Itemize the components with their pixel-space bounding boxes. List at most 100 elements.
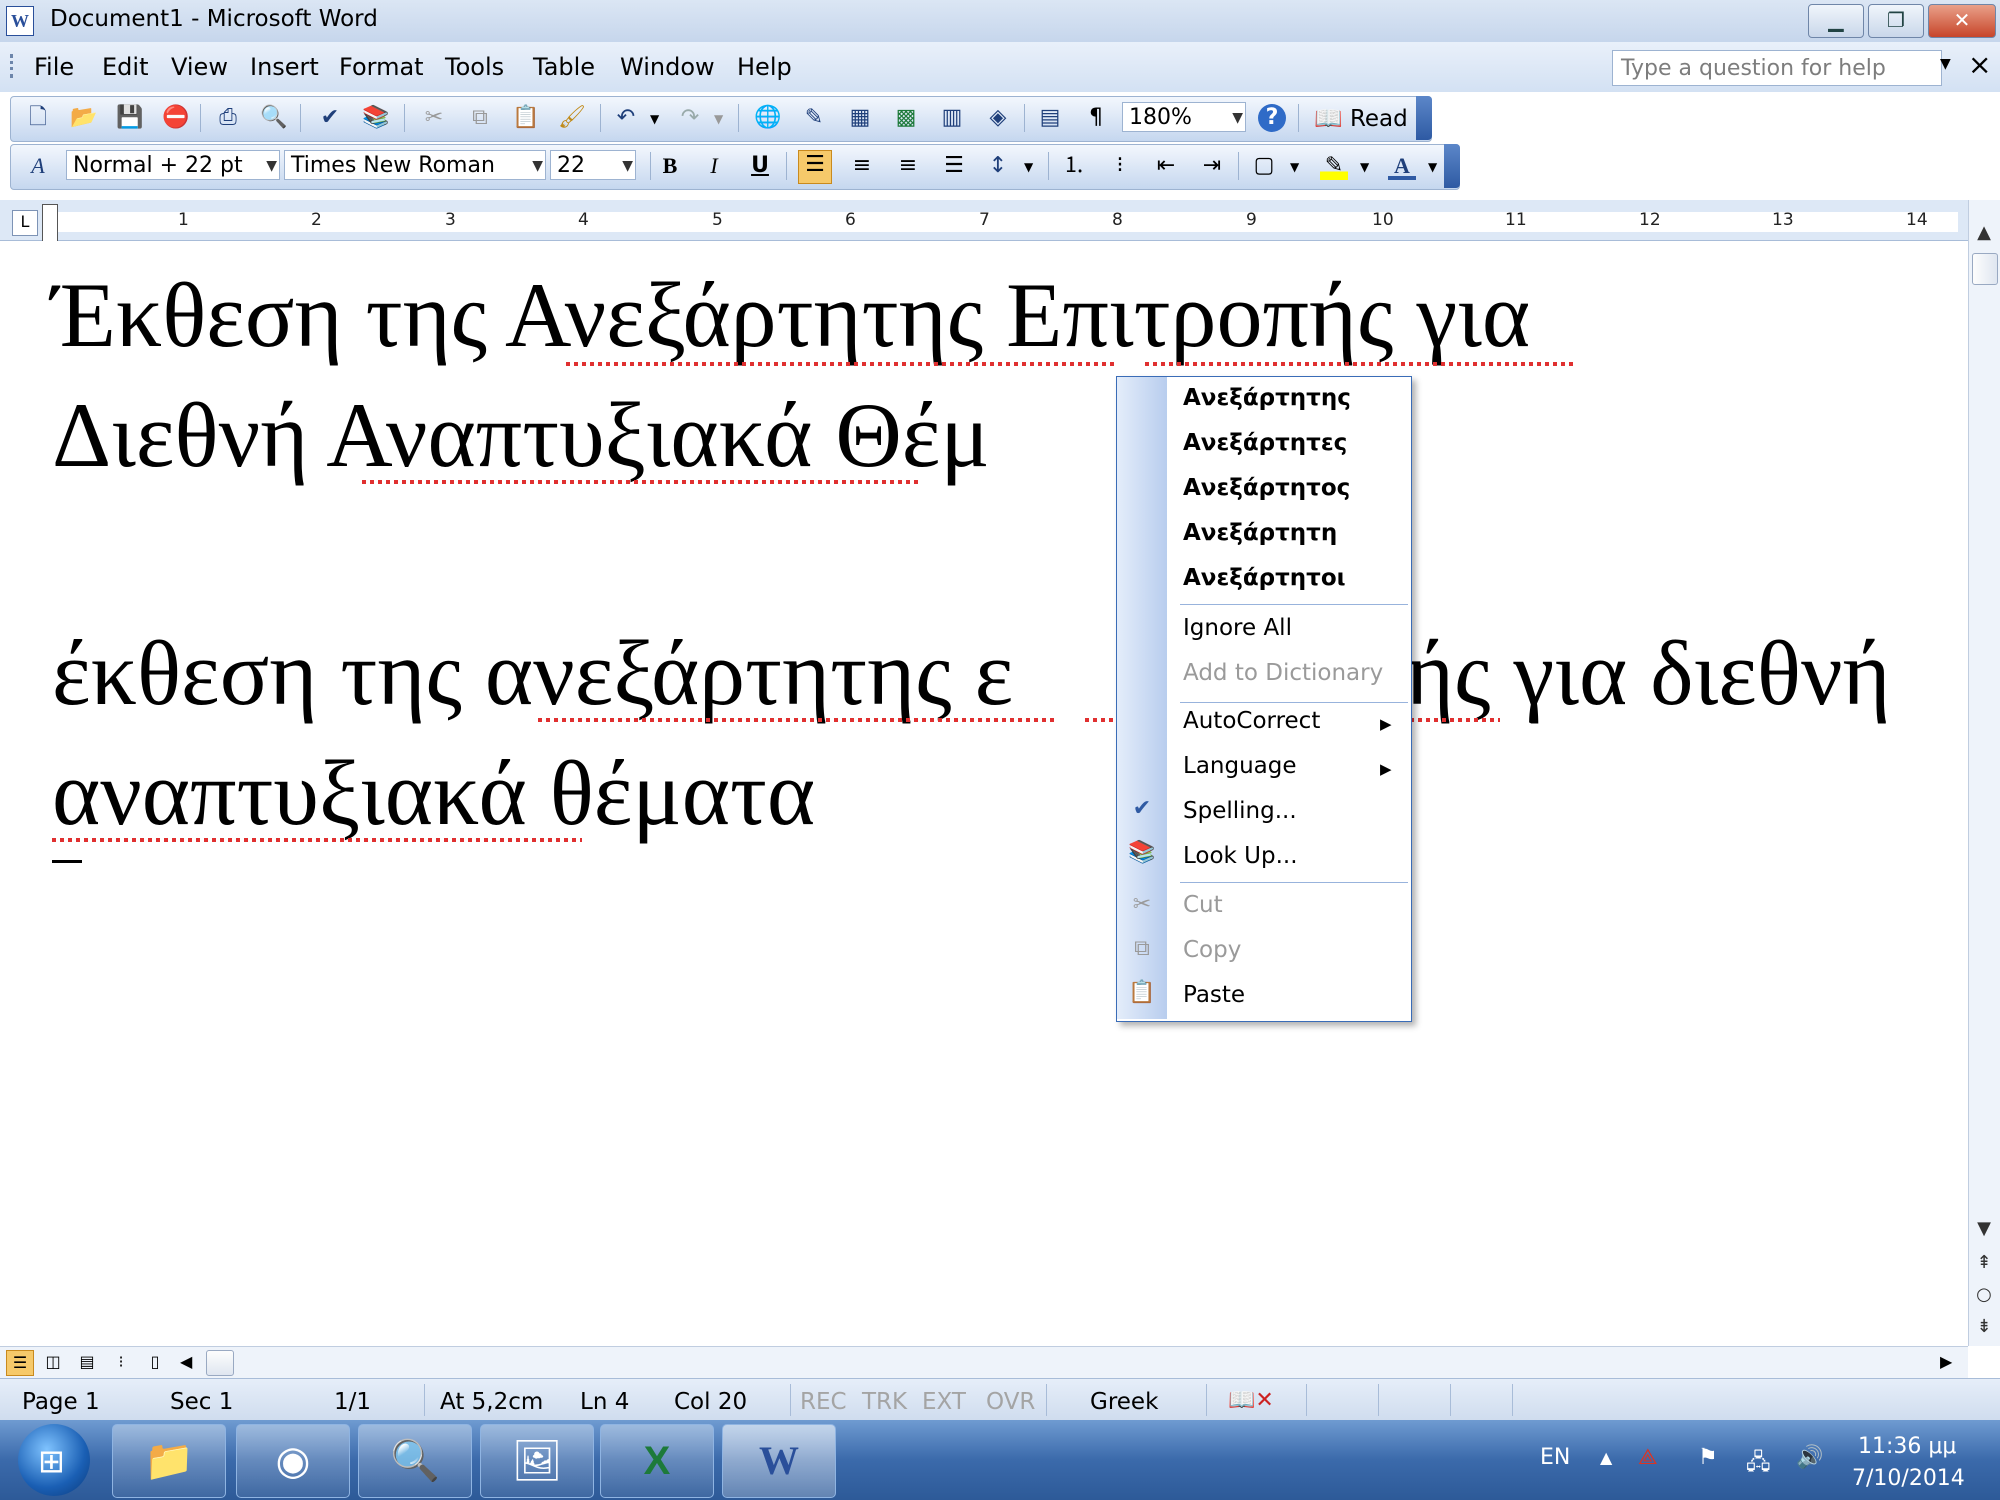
- autocorrect-item[interactable]: AutoCorrect: [1183, 708, 1320, 734]
- cut-item[interactable]: Cut: [1183, 892, 1223, 918]
- network-icon[interactable]: 🖧: [1746, 1445, 1771, 1483]
- vertical-scrollbar[interactable]: [1968, 200, 2000, 1346]
- copy-icon[interactable]: ⧉: [466, 104, 494, 132]
- font-combo[interactable]: Times New Roman ▼: [284, 150, 546, 180]
- status-page[interactable]: Page 1: [22, 1389, 100, 1415]
- spelling-item[interactable]: Spelling...: [1183, 798, 1297, 824]
- horizontal-scrollbar[interactable]: [0, 1346, 1968, 1379]
- increase-indent-icon[interactable]: ⇥: [1198, 152, 1226, 180]
- columns-icon[interactable]: ▥: [938, 104, 966, 132]
- word-icon[interactable]: W: [6, 6, 34, 36]
- tables-borders-icon[interactable]: ✎: [800, 104, 828, 132]
- justify-icon[interactable]: ☰: [940, 152, 968, 180]
- suggestion-item[interactable]: Ανεξάρτητης: [1183, 385, 1351, 411]
- align-center-icon[interactable]: ≡: [848, 152, 876, 180]
- paste-item[interactable]: Paste: [1183, 982, 1245, 1008]
- line-spacing-dropdown-icon[interactable]: ▼: [1024, 160, 1033, 174]
- zoom-combo[interactable]: 180% ▼: [1122, 102, 1246, 132]
- insert-table-icon[interactable]: ▦: [846, 104, 874, 132]
- menu-view[interactable]: View: [171, 53, 228, 81]
- document-line[interactable]: αναπτυξιακά θέματα: [52, 740, 815, 846]
- select-browse-object-icon[interactable]: ○: [1968, 1284, 2000, 1305]
- input-language[interactable]: EN: [1540, 1445, 1570, 1470]
- read-button[interactable]: 📖 Read: [1314, 104, 1408, 134]
- status-section[interactable]: Sec 1: [170, 1389, 233, 1415]
- restore-button[interactable]: ❐: [1868, 4, 1924, 38]
- spelling-grammar-icon[interactable]: ✔: [316, 104, 344, 132]
- next-page-icon[interactable]: ⇟: [1968, 1316, 2000, 1337]
- chrome-icon[interactable]: ◉: [236, 1424, 350, 1498]
- paste-icon[interactable]: 📋: [512, 104, 540, 132]
- status-rec[interactable]: REC: [800, 1389, 847, 1415]
- suggestion-item[interactable]: Ανεξάρτητοι: [1183, 565, 1346, 591]
- toolbar-options-handle[interactable]: [1444, 144, 1460, 188]
- action-center-icon[interactable]: ⚑: [1698, 1445, 1718, 1470]
- document-line[interactable]: Έκθεση της Ανεξάρτητης Επιτροπής για: [52, 262, 1530, 368]
- drawing-icon[interactable]: ◈: [984, 104, 1012, 132]
- tab-selector-icon[interactable]: L: [12, 210, 38, 236]
- scroll-left-icon[interactable]: ◀: [180, 1352, 192, 1371]
- print-icon[interactable]: ⎙: [214, 104, 242, 132]
- cut-icon[interactable]: ✂: [420, 104, 448, 132]
- status-pages[interactable]: 1/1: [334, 1389, 371, 1415]
- help-dropdown-icon[interactable]: ▼: [1940, 56, 1951, 72]
- normal-view-icon[interactable]: ☰: [6, 1350, 34, 1376]
- underline-button[interactable]: U: [746, 152, 774, 180]
- volume-icon[interactable]: 🔊: [1796, 1445, 1823, 1470]
- close-button[interactable]: ✕: [1928, 4, 1996, 38]
- scroll-down-icon[interactable]: ▼: [1968, 1218, 2000, 1239]
- align-left-icon[interactable]: ☰: [798, 150, 832, 184]
- borders-dropdown-icon[interactable]: ▼: [1290, 160, 1299, 174]
- menu-window[interactable]: Window: [620, 53, 715, 81]
- hscroll-thumb[interactable]: [206, 1350, 234, 1376]
- status-at[interactable]: At 5,2cm: [440, 1389, 543, 1415]
- spelling-status-icon[interactable]: 📖✕: [1228, 1388, 1274, 1413]
- menu-format[interactable]: Format: [339, 53, 424, 81]
- scroll-up-icon[interactable]: ▲: [1968, 222, 2000, 243]
- bullets-icon[interactable]: ⁝: [1106, 152, 1134, 180]
- show-hide-icon[interactable]: ¶: [1082, 104, 1110, 132]
- save-icon[interactable]: 💾: [116, 104, 144, 132]
- open-icon[interactable]: 📂: [70, 104, 98, 132]
- status-ovr[interactable]: OVR: [986, 1389, 1035, 1415]
- toolbar-options-handle[interactable]: [1416, 96, 1432, 140]
- hyperlink-icon[interactable]: 🌐: [754, 104, 782, 132]
- close-document-button[interactable]: ×: [1968, 48, 1991, 81]
- scroll-thumb[interactable]: [1972, 253, 1998, 285]
- menu-help[interactable]: Help: [737, 53, 792, 81]
- insert-excel-icon[interactable]: ▩: [892, 104, 920, 132]
- suggestion-item[interactable]: Ανεξάρτητος: [1183, 475, 1350, 501]
- show-hidden-icons-icon[interactable]: ▲: [1600, 1448, 1612, 1467]
- format-painter-icon[interactable]: 🖌: [558, 104, 586, 132]
- help-icon[interactable]: ?: [1258, 104, 1286, 132]
- ignore-all-item[interactable]: Ignore All: [1183, 615, 1292, 641]
- new-document-icon[interactable]: 🗋: [24, 104, 52, 132]
- photo-viewer-icon[interactable]: 🖼: [480, 1424, 594, 1498]
- start-button[interactable]: ⊞: [18, 1424, 90, 1496]
- undo-dropdown-icon[interactable]: ▼: [650, 112, 659, 126]
- indent-marker[interactable]: [42, 204, 58, 244]
- explorer-icon[interactable]: 📁: [112, 1424, 226, 1498]
- document-line[interactable]: Διεθνή Αναπτυξιακά Θέμ: [52, 382, 990, 488]
- font-color-icon[interactable]: A: [1388, 152, 1416, 180]
- word-icon[interactable]: W: [722, 1424, 836, 1498]
- status-ext[interactable]: EXT: [922, 1389, 966, 1415]
- menu-edit[interactable]: Edit: [102, 53, 148, 81]
- align-right-icon[interactable]: ≡: [894, 152, 922, 180]
- styles-formatting-icon[interactable]: A: [24, 152, 52, 180]
- font-color-dropdown-icon[interactable]: ▼: [1428, 160, 1437, 174]
- look-up-item[interactable]: Look Up...: [1183, 843, 1298, 869]
- document-map-icon[interactable]: ▤: [1036, 104, 1064, 132]
- decrease-indent-icon[interactable]: ⇤: [1152, 152, 1180, 180]
- minimize-button[interactable]: ▁: [1808, 4, 1864, 38]
- status-trk[interactable]: TRK: [862, 1389, 907, 1415]
- redo-dropdown-icon[interactable]: ▼: [714, 112, 723, 126]
- previous-page-icon[interactable]: ⇞: [1968, 1252, 2000, 1273]
- add-to-dictionary-item[interactable]: Add to Dictionary: [1183, 660, 1383, 686]
- research-icon[interactable]: 📚: [362, 104, 390, 132]
- permission-icon[interactable]: ⛔: [162, 104, 190, 132]
- document-line[interactable]: έκθεση της ανεξάρτητης ε: [52, 620, 1013, 726]
- clock-time[interactable]: 11:36 μμ: [1858, 1434, 1956, 1459]
- language-item[interactable]: Language: [1183, 753, 1297, 779]
- font-size-combo[interactable]: 22 ▼: [550, 150, 636, 180]
